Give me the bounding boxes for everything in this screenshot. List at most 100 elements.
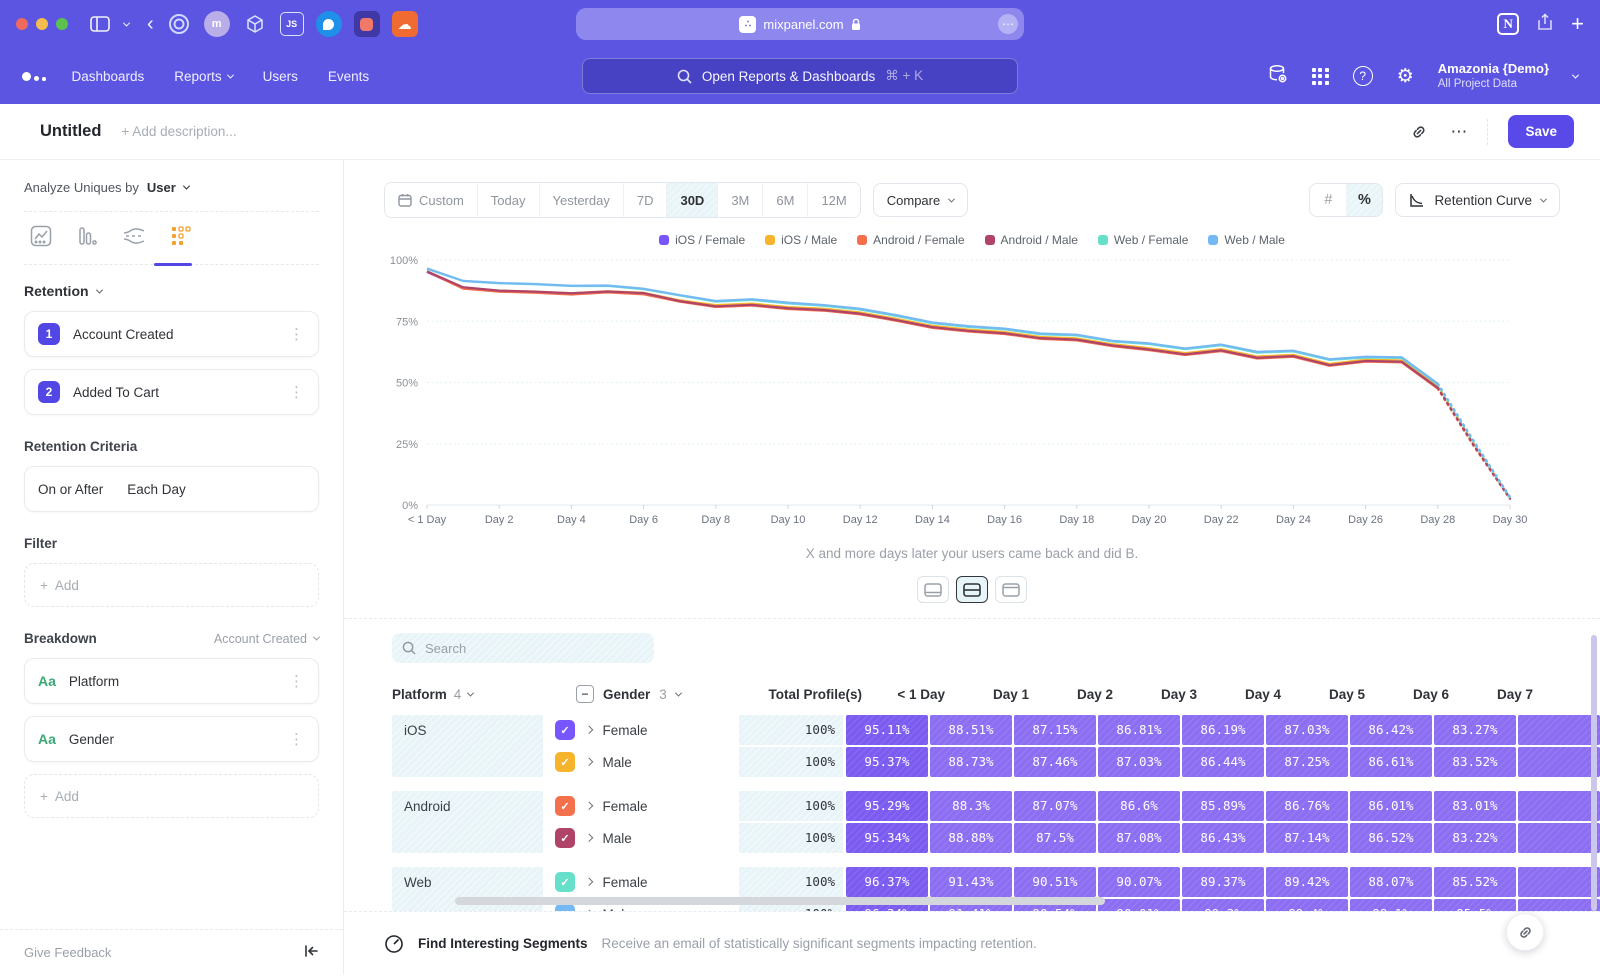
date-range-7d[interactable]: 7D — [623, 183, 667, 217]
share-icon[interactable] — [1537, 13, 1553, 36]
row-checkbox[interactable]: ✓ — [555, 752, 575, 772]
find-segments-title[interactable]: Find Interesting Segments — [418, 936, 588, 951]
legend-item[interactable]: Web / Female — [1098, 233, 1188, 247]
date-range-6m[interactable]: 6M — [762, 183, 807, 217]
day-column-header[interactable]: Day 3 — [1125, 687, 1207, 702]
kebab-menu-icon[interactable]: ⋮ — [289, 383, 305, 401]
tab-insights-icon[interactable] — [30, 225, 52, 252]
add-breakdown-button[interactable]: + Add — [24, 774, 319, 818]
kebab-menu-icon[interactable]: ⋮ — [289, 730, 305, 748]
copy-link-icon[interactable] — [1410, 123, 1428, 141]
settings-gear-icon[interactable]: ⚙ — [1397, 67, 1414, 86]
legend-item[interactable]: iOS / Male — [765, 233, 837, 247]
retention-chart[interactable]: 0%25%50%75%100%< 1 DayDay 2Day 4Day 6Day… — [384, 251, 1560, 535]
legend-item[interactable]: Android / Female — [857, 233, 964, 247]
date-range-12m[interactable]: 12M — [807, 183, 859, 217]
browser-extension-icon[interactable] — [242, 11, 268, 37]
legend-item[interactable]: Android / Male — [985, 233, 1078, 247]
give-feedback-link[interactable]: Give Feedback — [24, 945, 111, 960]
horizontal-scrollbar[interactable] — [455, 897, 1105, 905]
browser-extension-icon[interactable] — [166, 11, 192, 37]
date-range-yesterday[interactable]: Yesterday — [539, 183, 623, 217]
new-tab-icon[interactable]: + — [1571, 13, 1584, 35]
day-column-header[interactable]: Day 6 — [1377, 687, 1459, 702]
expand-chevron-icon[interactable] — [585, 878, 593, 886]
apps-grid-icon[interactable] — [1312, 68, 1329, 85]
chart-caption[interactable]: X and more days later your users came ba… — [344, 546, 1600, 561]
unit-count-button[interactable]: # — [1310, 184, 1346, 216]
sidebar-toggle-icon[interactable] — [90, 16, 110, 32]
maximize-window-button[interactable] — [56, 18, 68, 30]
mixpanel-logo[interactable] — [22, 72, 46, 81]
back-icon[interactable]: ‹ — [147, 13, 154, 36]
row-checkbox[interactable]: ✓ — [555, 904, 575, 911]
retention-section-heading[interactable]: Retention — [24, 283, 319, 299]
expand-chevron-icon[interactable] — [585, 802, 593, 810]
nav-item-reports[interactable]: Reports — [174, 69, 232, 84]
tab-retention-icon[interactable] — [170, 225, 192, 252]
retention-step-2[interactable]: 2 Added To Cart ⋮ — [24, 369, 319, 415]
retention-step-1[interactable]: 1 Account Created ⋮ — [24, 311, 319, 357]
kebab-menu-icon[interactable]: ⋮ — [289, 325, 305, 343]
criteria-mode[interactable]: On or After — [38, 482, 103, 497]
expand-chevron-icon[interactable] — [585, 910, 593, 911]
day-column-header[interactable]: < 1 Day — [873, 687, 955, 702]
report-description-placeholder[interactable]: + Add description... — [121, 124, 236, 139]
chart-type-dropdown[interactable]: Retention Curve — [1395, 183, 1560, 217]
more-options-icon[interactable]: ⋯ — [1450, 122, 1467, 142]
report-title[interactable]: Untitled — [40, 122, 101, 141]
date-range-custom[interactable]: Custom — [385, 183, 477, 217]
add-filter-button[interactable]: + Add — [24, 563, 319, 607]
expand-chevron-icon[interactable] — [585, 758, 593, 766]
browser-extension-icon[interactable]: ☁ — [392, 11, 418, 37]
nav-item-events[interactable]: Events — [328, 69, 369, 84]
criteria-interval[interactable]: Each Day — [127, 482, 186, 497]
gender-column-header[interactable]: − Gender 3 — [576, 685, 764, 703]
expand-chevron-icon[interactable] — [585, 726, 593, 734]
address-bar[interactable]: ∴ mixpanel.com ⋯ — [576, 8, 1024, 40]
browser-extension-icon[interactable]: JS — [280, 12, 304, 36]
org-chevron-icon[interactable] — [1572, 71, 1579, 78]
breakdown-scope-dropdown[interactable]: Account Created — [214, 632, 319, 646]
compare-button[interactable]: Compare — [873, 183, 968, 217]
tab-funnels-icon[interactable] — [76, 225, 98, 252]
nav-item-dashboards[interactable]: Dashboards — [72, 69, 145, 84]
legend-item[interactable]: Web / Male — [1208, 233, 1284, 247]
org-switcher[interactable]: Amazonia {Demo} All Project Data — [1438, 61, 1549, 92]
chevron-down-icon[interactable] — [124, 22, 129, 27]
collapse-sidebar-icon[interactable] — [304, 944, 319, 961]
layout-split-button[interactable] — [956, 576, 988, 603]
layout-table-focus-button[interactable] — [995, 576, 1027, 603]
row-checkbox[interactable]: ✓ — [555, 720, 575, 740]
day-column-header[interactable]: Day 1 — [957, 687, 1039, 702]
minimize-window-button[interactable] — [36, 18, 48, 30]
unit-percent-button[interactable]: % — [1346, 184, 1382, 216]
browser-extension-icon[interactable] — [316, 11, 342, 37]
select-all-checkbox[interactable]: − — [576, 685, 594, 703]
retention-criteria-card[interactable]: On or After Each Day — [24, 466, 319, 512]
table-search-input[interactable]: Search — [392, 633, 654, 663]
data-management-icon[interactable] — [1268, 64, 1288, 89]
day-column-header[interactable]: Day 4 — [1209, 687, 1291, 702]
day-column-header[interactable]: Day 2 — [1041, 687, 1123, 702]
row-checkbox[interactable]: ✓ — [555, 828, 575, 848]
day-column-header[interactable]: Day 7 — [1461, 687, 1543, 702]
vertical-scrollbar[interactable] — [1591, 635, 1597, 911]
legend-item[interactable]: iOS / Female — [659, 233, 745, 247]
date-range-today[interactable]: Today — [477, 183, 539, 217]
close-window-button[interactable] — [16, 18, 28, 30]
row-checkbox[interactable]: ✓ — [555, 872, 575, 892]
kebab-menu-icon[interactable]: ⋮ — [289, 672, 305, 690]
browser-extension-icon[interactable]: m — [204, 11, 230, 37]
tab-flows-icon[interactable] — [122, 225, 146, 252]
analyze-value-dropdown[interactable]: User — [147, 180, 176, 195]
share-link-floating-button[interactable] — [1506, 913, 1544, 951]
browser-extension-icon[interactable] — [354, 11, 380, 37]
save-button[interactable]: Save — [1508, 115, 1574, 148]
expand-chevron-icon[interactable] — [585, 834, 593, 842]
row-checkbox[interactable]: ✓ — [555, 796, 575, 816]
layout-chart-focus-button[interactable] — [917, 576, 949, 603]
address-more-icon[interactable]: ⋯ — [998, 14, 1018, 34]
help-icon[interactable]: ? — [1353, 66, 1373, 86]
date-range-30d[interactable]: 30D — [666, 183, 717, 217]
